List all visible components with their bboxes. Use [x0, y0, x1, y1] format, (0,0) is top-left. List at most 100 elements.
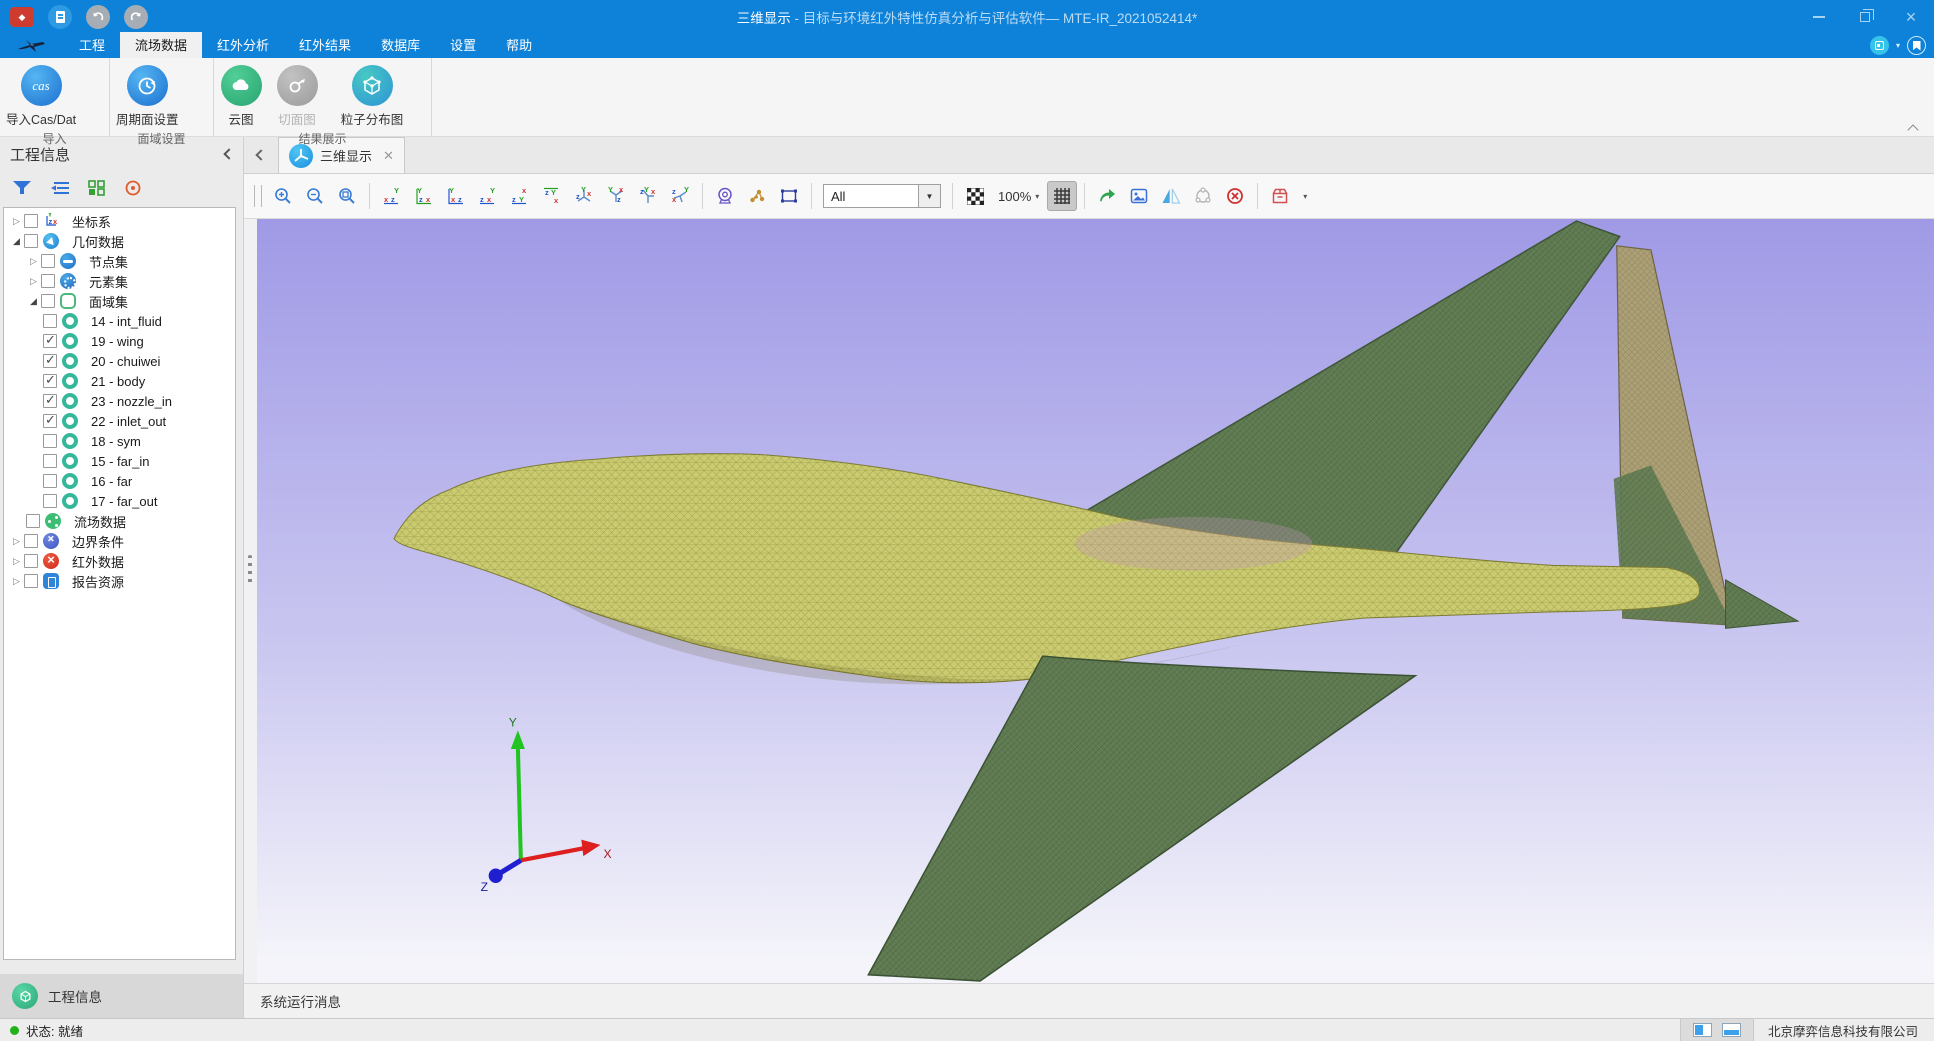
dropdown-arrow-icon[interactable]: ▼ [918, 185, 940, 207]
zoom-in-button[interactable] [268, 181, 298, 211]
panel-footer-tab[interactable]: 工程信息 [0, 974, 243, 1018]
view-iso-4-button[interactable]: zxY [665, 181, 695, 211]
tree-item-nozzle-in[interactable]: 23 - nozzle_in [4, 391, 235, 411]
mirror-button[interactable] [1156, 181, 1186, 211]
tree-item-far[interactable]: 16 - far [4, 471, 235, 491]
tree-item-infrared-data[interactable]: ▷ 红外数据 [4, 551, 235, 571]
menu-tab-shezhi[interactable]: 设置 [435, 32, 491, 58]
checkbox[interactable] [43, 314, 57, 328]
expander-icon[interactable]: ▷ [26, 276, 41, 287]
undo-button[interactable] [86, 5, 110, 29]
select-box-button[interactable] [774, 181, 804, 211]
toolbar-grip[interactable] [254, 185, 262, 207]
tree-item-chuiwei[interactable]: 20 - chuiwei [4, 351, 235, 371]
redo-button[interactable] [124, 5, 148, 29]
checkbox[interactable] [24, 534, 38, 548]
expander-icon[interactable]: ▷ [26, 256, 41, 267]
console-toggle[interactable] [1722, 1023, 1741, 1037]
expander-icon[interactable]: ▷ [9, 536, 24, 547]
export-share-button[interactable] [1092, 181, 1122, 211]
checkbox[interactable] [43, 414, 57, 428]
checkbox[interactable] [41, 294, 55, 308]
tree-item-flow-data[interactable]: 流场数据 [4, 511, 235, 531]
tree-item-node-set[interactable]: ▷ 节点集 [4, 251, 235, 271]
menu-tab-shujuku[interactable]: 数据库 [366, 32, 435, 58]
cancel-button[interactable] [1220, 181, 1250, 211]
tree-item-geometry-data[interactable]: ◢ 几何数据 [4, 231, 235, 251]
menu-tab-bangzhu[interactable]: 帮助 [491, 32, 547, 58]
blocks-icon[interactable] [88, 180, 106, 196]
tree-item-body[interactable]: 21 - body [4, 371, 235, 391]
tree-item-sym[interactable]: 18 - sym [4, 431, 235, 451]
archive-dropdown-caret[interactable]: ▾ [1303, 192, 1307, 201]
periodic-face-settings-button[interactable]: 周期面设置 [110, 63, 185, 130]
tree-item-face-set[interactable]: ◢ 面域集 [4, 291, 235, 311]
panel-splitter[interactable] [244, 219, 257, 983]
camera-view-button[interactable] [710, 181, 740, 211]
checkbox[interactable] [26, 514, 40, 528]
checkbox[interactable] [43, 494, 57, 508]
minimize-button[interactable] [1796, 0, 1842, 34]
opacity-checker-icon[interactable] [960, 181, 990, 211]
checkbox[interactable] [43, 354, 57, 368]
locate-target-icon[interactable] [124, 179, 142, 197]
close-button[interactable]: × [1888, 0, 1934, 34]
mesh-toggle-button[interactable] [1047, 181, 1077, 211]
collapse-panel-icon[interactable] [223, 148, 234, 159]
expander-icon[interactable]: ◢ [9, 236, 24, 247]
new-file-button[interactable] [48, 5, 72, 29]
checkbox[interactable] [43, 454, 57, 468]
menu-tab-hongwaijieguo[interactable]: 红外结果 [284, 32, 366, 58]
checkbox[interactable] [24, 574, 38, 588]
app-menu-button[interactable]: ◆ [10, 7, 34, 27]
archive-box-button[interactable] [1265, 181, 1295, 211]
tree-item-coordinate-system[interactable]: ▷ Yzx 坐标系 [4, 211, 235, 231]
checkbox[interactable] [41, 274, 55, 288]
ribbon-pin-button[interactable] [1907, 36, 1926, 55]
checkbox[interactable] [24, 214, 38, 228]
view-iso-1-button[interactable]: zxY [569, 181, 599, 211]
outline-list-icon[interactable] [50, 180, 70, 196]
tab-close-icon[interactable]: ✕ [383, 148, 394, 164]
menu-tab-gongcheng[interactable]: 工程 [64, 32, 120, 58]
checkbox[interactable] [24, 234, 38, 248]
import-cas-dat-button[interactable]: cas 导入Cas/Dat [0, 63, 82, 130]
view-left-button[interactable]: Yxz [441, 181, 471, 211]
zoom-fit-button[interactable] [332, 181, 362, 211]
checkbox[interactable] [41, 254, 55, 268]
snapshot-button[interactable] [1124, 181, 1154, 211]
view-top-button[interactable]: zYx [505, 181, 535, 211]
view-front-button[interactable]: xzY [377, 181, 407, 211]
view-bottom-button[interactable]: zYx [537, 181, 567, 211]
tree-item-boundary-conditions[interactable]: ▷ 边界条件 [4, 531, 235, 551]
particles-display-button[interactable] [742, 181, 772, 211]
restore-button[interactable] [1842, 0, 1888, 34]
menu-tab-hongwaifenxi[interactable]: 红外分析 [202, 32, 284, 58]
cloud-map-button[interactable]: 云图 [214, 63, 268, 130]
opacity-percent-dropdown[interactable]: 100%▾ [998, 189, 1039, 204]
tree-item-report-resources[interactable]: ▷ 报告资源 [4, 571, 235, 591]
split-view-toggle[interactable] [1693, 1023, 1712, 1037]
expander-icon[interactable]: ▷ [9, 216, 24, 227]
view-iso-3-button[interactable]: zYx [633, 181, 663, 211]
checkbox[interactable] [43, 394, 57, 408]
display-filter-dropdown[interactable]: All ▼ [823, 184, 941, 208]
checkbox[interactable] [43, 334, 57, 348]
tree-item-element-set[interactable]: ▷ 元素集 [4, 271, 235, 291]
checkbox[interactable] [24, 554, 38, 568]
tree-item-int-fluid[interactable]: 14 - int_fluid [4, 311, 235, 331]
style-switch-button[interactable] [1870, 36, 1889, 55]
checkbox[interactable] [43, 474, 57, 488]
zoom-out-button[interactable] [300, 181, 330, 211]
tree-item-far-in[interactable]: 15 - far_in [4, 451, 235, 471]
checkbox[interactable] [43, 374, 57, 388]
viewport-3d[interactable]: Y X Z [257, 219, 1934, 983]
caret-down-icon[interactable]: ▾ [1896, 41, 1900, 50]
tree-item-wing[interactable]: 19 - wing [4, 331, 235, 351]
ribbon-collapse-chevron[interactable] [1909, 123, 1918, 132]
particle-distribution-button[interactable]: 粒子分布图 [326, 63, 418, 130]
expander-icon[interactable]: ▷ [9, 556, 24, 567]
checkbox[interactable] [43, 434, 57, 448]
view-back-button[interactable]: Yzx [409, 181, 439, 211]
view-right-button[interactable]: zxY [473, 181, 503, 211]
